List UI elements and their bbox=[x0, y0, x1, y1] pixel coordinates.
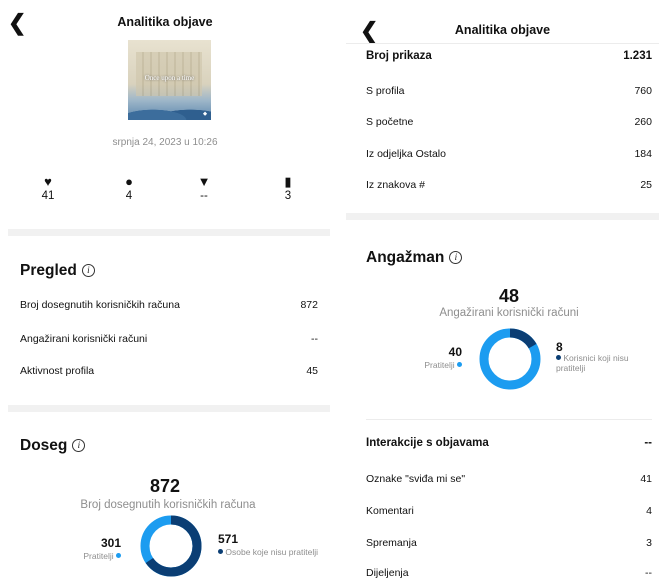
impressions-row-other: Iz odjeljka Ostalo 184 bbox=[366, 148, 652, 160]
thumbnail-logo: ◆ bbox=[203, 111, 207, 117]
right-screen: ❮ Analitika objave Broj prikaza 1.231 S … bbox=[346, 0, 659, 578]
section-divider bbox=[346, 213, 659, 220]
engagement-total-label: Angažirani korisnički računi bbox=[439, 307, 579, 319]
reach-nonfollowers-value: 571 bbox=[218, 532, 239, 546]
row-value: 184 bbox=[634, 148, 652, 160]
row-value: 760 bbox=[634, 85, 652, 97]
row-value: -- bbox=[311, 333, 318, 345]
comments-count: 4 bbox=[125, 190, 133, 202]
row-value: -- bbox=[645, 567, 652, 578]
section-divider bbox=[8, 229, 330, 236]
row-label: Angažirani korisnički računi bbox=[20, 333, 148, 345]
reach-followers-value: 301 bbox=[100, 536, 121, 550]
row-label: Aktivnost profila bbox=[20, 365, 95, 377]
engagement-followers-value: 40 bbox=[448, 345, 462, 359]
row-label: Komentari bbox=[366, 505, 414, 517]
section-divider bbox=[8, 405, 330, 412]
reach-title: Doseg i bbox=[20, 437, 86, 455]
comment-icon: ● bbox=[125, 174, 133, 189]
stat-saves: ▮ 3 bbox=[268, 174, 308, 203]
legend-dot bbox=[556, 355, 561, 360]
bookmark-icon: ▮ bbox=[284, 174, 292, 189]
legend-label: Osobe koje nisu pratitelji bbox=[225, 547, 318, 557]
row-label: Iz znakova # bbox=[366, 179, 425, 191]
overview-row-engaged[interactable]: Angažirani korisnički računi -- bbox=[20, 333, 318, 345]
row-label: Iz odjeljka Ostalo bbox=[366, 148, 446, 160]
row-value: 260 bbox=[634, 116, 652, 128]
row-label: Spremanja bbox=[366, 537, 417, 549]
legend-label: Pratitelji bbox=[83, 551, 114, 561]
info-icon[interactable]: i bbox=[72, 439, 86, 452]
legend-dot bbox=[218, 549, 223, 554]
thumbnail-caption: Once upon a time bbox=[144, 74, 195, 82]
engagement-donut bbox=[479, 328, 541, 390]
page-title: Analitika objave bbox=[454, 23, 551, 37]
row-label: Interakcije s objavama bbox=[366, 437, 489, 449]
interactions-row-shares: Dijeljenja -- bbox=[366, 567, 652, 578]
post-thumbnail[interactable]: Once upon a time ◆ bbox=[128, 40, 211, 120]
row-label: Broj prikaza bbox=[366, 50, 432, 62]
interactions-title: Interakcije s objavama -- bbox=[366, 437, 652, 449]
overview-title-text: Pregled bbox=[20, 262, 77, 279]
impressions-row-hashtags: Iz znakova # 25 bbox=[366, 179, 652, 191]
row-value: 25 bbox=[640, 179, 652, 191]
row-value: 3 bbox=[646, 537, 652, 549]
row-label: Broj dosegnutih korisničkih računa bbox=[20, 299, 180, 311]
interactions-row-likes: Oznake "sviđa mi se" 41 bbox=[366, 473, 652, 485]
overview-title: Pregled i bbox=[20, 262, 95, 280]
stat-comments: ● 4 bbox=[109, 174, 149, 203]
reach-donut bbox=[140, 515, 202, 577]
heart-icon: ♥ bbox=[44, 174, 52, 189]
impressions-row-profile: S profila 760 bbox=[366, 85, 652, 97]
row-value: 872 bbox=[300, 299, 318, 311]
row-value: 45 bbox=[306, 365, 318, 377]
reach-followers-label: Pratitelji bbox=[83, 551, 121, 561]
interactions-row-saves: Spremanja 3 bbox=[366, 537, 652, 549]
row-label: S profila bbox=[366, 85, 405, 97]
engagement-title: Angažman i bbox=[366, 249, 463, 267]
impressions-row-home: S početne 260 bbox=[366, 116, 652, 128]
row-label: S početne bbox=[366, 116, 414, 128]
share-icon: ▼ bbox=[197, 174, 211, 189]
shares-count: -- bbox=[200, 190, 208, 202]
page-title: Analitika objave bbox=[117, 15, 213, 29]
likes-count: 41 bbox=[41, 190, 55, 202]
left-screen: ❮ Analitika objave Once upon a time ◆ sr… bbox=[0, 0, 330, 578]
row-label: Dijeljenja bbox=[366, 567, 409, 578]
reach-title-text: Doseg bbox=[20, 437, 68, 454]
row-value: 4 bbox=[646, 505, 652, 517]
engagement-followers-label: Pratitelji bbox=[424, 360, 462, 370]
impressions-title: Broj prikaza 1.231 bbox=[366, 50, 652, 62]
saves-count: 3 bbox=[284, 190, 292, 202]
engagement-nonfollowers-label: Korisnici koji nisu pratitelji bbox=[556, 353, 636, 373]
post-date: srpnja 24, 2023 u 10:26 bbox=[112, 137, 218, 148]
header-border bbox=[346, 43, 659, 44]
stat-shares: ▼ -- bbox=[184, 174, 224, 203]
thumbnail-waves bbox=[128, 102, 211, 120]
legend-dot bbox=[116, 553, 121, 558]
legend-label: Pratitelji bbox=[424, 360, 455, 370]
engagement-total: 48 bbox=[498, 286, 520, 306]
row-label: Oznake "sviđa mi se" bbox=[366, 473, 466, 485]
stat-likes: ♥ 41 bbox=[28, 174, 68, 203]
engagement-nonfollowers-value: 8 bbox=[556, 340, 563, 354]
engagement-title-text: Angažman bbox=[366, 249, 445, 266]
overview-row-reached[interactable]: Broj dosegnutih korisničkih računa 872 bbox=[20, 299, 318, 311]
row-value: -- bbox=[644, 437, 652, 449]
row-value: 41 bbox=[640, 473, 652, 485]
overview-row-profile-activity[interactable]: Aktivnost profila 45 bbox=[20, 365, 318, 377]
reach-nonfollowers-label: Osobe koje nisu pratitelji bbox=[218, 547, 328, 557]
legend-dot bbox=[457, 362, 462, 367]
reach-total-label: Broj dosegnutih korisničkih računa bbox=[80, 499, 256, 511]
info-icon[interactable]: i bbox=[81, 264, 95, 277]
section-divider-line bbox=[366, 419, 652, 420]
row-value: 1.231 bbox=[623, 50, 652, 62]
reach-total: 872 bbox=[149, 476, 181, 496]
info-icon[interactable]: i bbox=[449, 251, 463, 264]
legend-label: Korisnici koji nisu pratitelji bbox=[556, 353, 629, 373]
interactions-row-comments: Komentari 4 bbox=[366, 505, 652, 517]
